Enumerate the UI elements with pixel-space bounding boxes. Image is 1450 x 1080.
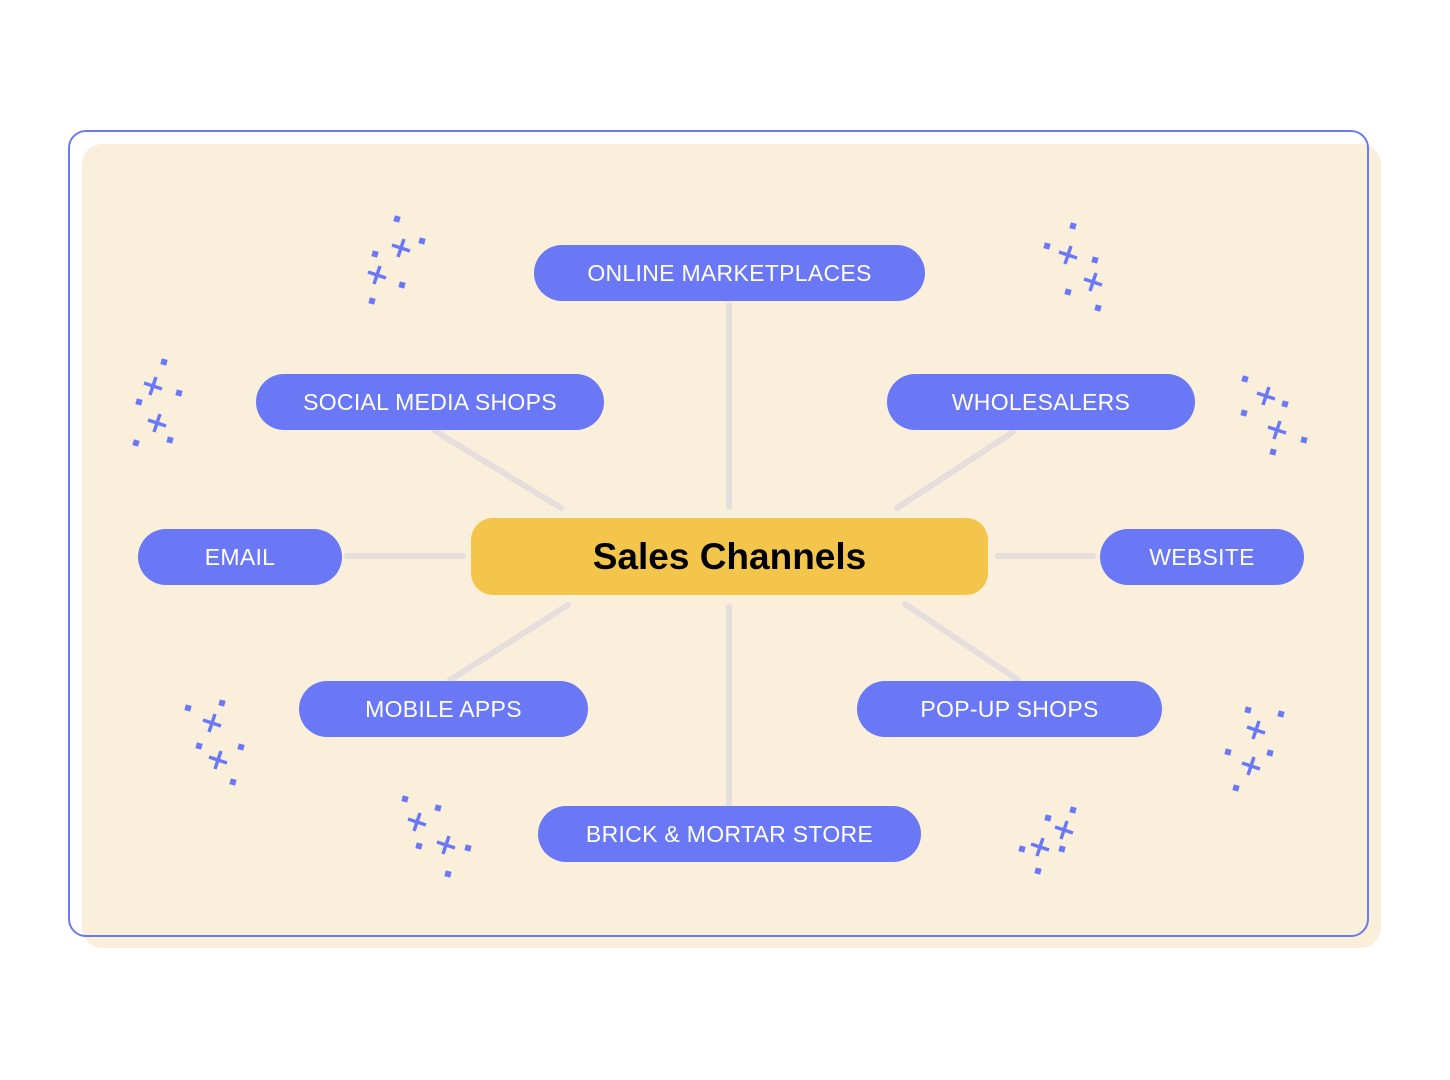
dot-mark bbox=[229, 778, 237, 786]
cross-mark bbox=[143, 376, 163, 396]
cross-mark bbox=[1256, 386, 1276, 406]
dot-mark bbox=[237, 743, 245, 751]
dot-mark bbox=[1058, 845, 1066, 853]
dot-mark bbox=[135, 398, 143, 406]
node-brick-mortar-store: BRICK & MORTAR STORE bbox=[538, 806, 921, 862]
node-wholesalers: WHOLESALERS bbox=[887, 374, 1195, 430]
node-mobile-apps: MOBILE APPS bbox=[299, 681, 588, 737]
dot-mark bbox=[1277, 710, 1285, 718]
dot-mark bbox=[1044, 814, 1052, 822]
dot-mark bbox=[1240, 409, 1248, 417]
dot-mark bbox=[175, 389, 183, 397]
dot-mark bbox=[184, 704, 192, 712]
cross-mark bbox=[1054, 820, 1074, 840]
cross-mark bbox=[407, 812, 427, 832]
cross-mark bbox=[1058, 245, 1078, 265]
cross-mark bbox=[202, 713, 222, 733]
cross-mark bbox=[436, 835, 456, 855]
dot-mark bbox=[1269, 448, 1277, 456]
cross-mark bbox=[1030, 837, 1050, 857]
sparkle-icon bbox=[184, 699, 245, 786]
dot-mark bbox=[1069, 806, 1077, 814]
dot-mark bbox=[1094, 304, 1102, 312]
connector-social-media-shops bbox=[432, 428, 564, 511]
dot-mark bbox=[1064, 288, 1072, 296]
dot-mark bbox=[398, 281, 406, 289]
dot-mark bbox=[195, 742, 203, 750]
sparkle-icon bbox=[367, 215, 426, 305]
cross-mark bbox=[147, 413, 167, 433]
dot-mark bbox=[368, 297, 376, 305]
dot-mark bbox=[371, 250, 379, 258]
cross-mark bbox=[208, 750, 228, 770]
dot-mark bbox=[1018, 845, 1026, 853]
dot-mark bbox=[1034, 867, 1042, 875]
cross-mark bbox=[1246, 720, 1266, 740]
dot-mark bbox=[1091, 256, 1099, 264]
dot-mark bbox=[415, 842, 423, 850]
sparkle-icon bbox=[1240, 375, 1308, 456]
dot-mark bbox=[434, 804, 442, 812]
dot-mark bbox=[160, 358, 168, 366]
node-pop-up-shops: POP-UP SHOPS bbox=[857, 681, 1162, 737]
sparkle-icon bbox=[1018, 806, 1077, 875]
dot-mark bbox=[166, 436, 174, 444]
dot-mark bbox=[1232, 784, 1240, 792]
dot-mark bbox=[1069, 222, 1077, 230]
node-website: WEBSITE bbox=[1100, 529, 1304, 585]
cross-mark bbox=[391, 238, 411, 258]
dot-mark bbox=[1043, 242, 1051, 250]
dot-mark bbox=[1241, 375, 1249, 383]
dot-mark bbox=[418, 237, 426, 245]
dot-mark bbox=[401, 795, 409, 803]
sparkle-icon bbox=[132, 358, 183, 447]
node-social-media-shops: SOCIAL MEDIA SHOPS bbox=[256, 374, 604, 430]
cross-mark bbox=[367, 265, 387, 285]
connector-pop-up-shops bbox=[902, 601, 1021, 683]
node-online-marketplaces: ONLINE MARKETPLACES bbox=[534, 245, 925, 301]
dot-mark bbox=[464, 844, 472, 852]
dot-mark bbox=[1300, 436, 1308, 444]
sparkle-icon bbox=[1224, 706, 1285, 792]
dot-mark bbox=[1244, 706, 1252, 714]
cross-mark bbox=[1083, 272, 1103, 292]
dot-mark bbox=[1281, 400, 1289, 408]
sparkle-icon bbox=[1043, 222, 1103, 312]
dot-mark bbox=[218, 699, 226, 707]
connector-mobile-apps bbox=[447, 602, 571, 683]
dot-mark bbox=[1266, 749, 1274, 757]
cross-mark bbox=[1267, 420, 1287, 440]
dot-mark bbox=[444, 870, 452, 878]
center-node-sales-channels: Sales Channels bbox=[471, 518, 988, 595]
dot-mark bbox=[393, 215, 401, 223]
node-email: EMAIL bbox=[138, 529, 342, 585]
connector-wholesalers bbox=[894, 429, 1016, 511]
sparkle-icon bbox=[401, 795, 472, 878]
dot-mark bbox=[132, 439, 140, 447]
cross-mark bbox=[1241, 756, 1261, 776]
dot-mark bbox=[1224, 748, 1232, 756]
